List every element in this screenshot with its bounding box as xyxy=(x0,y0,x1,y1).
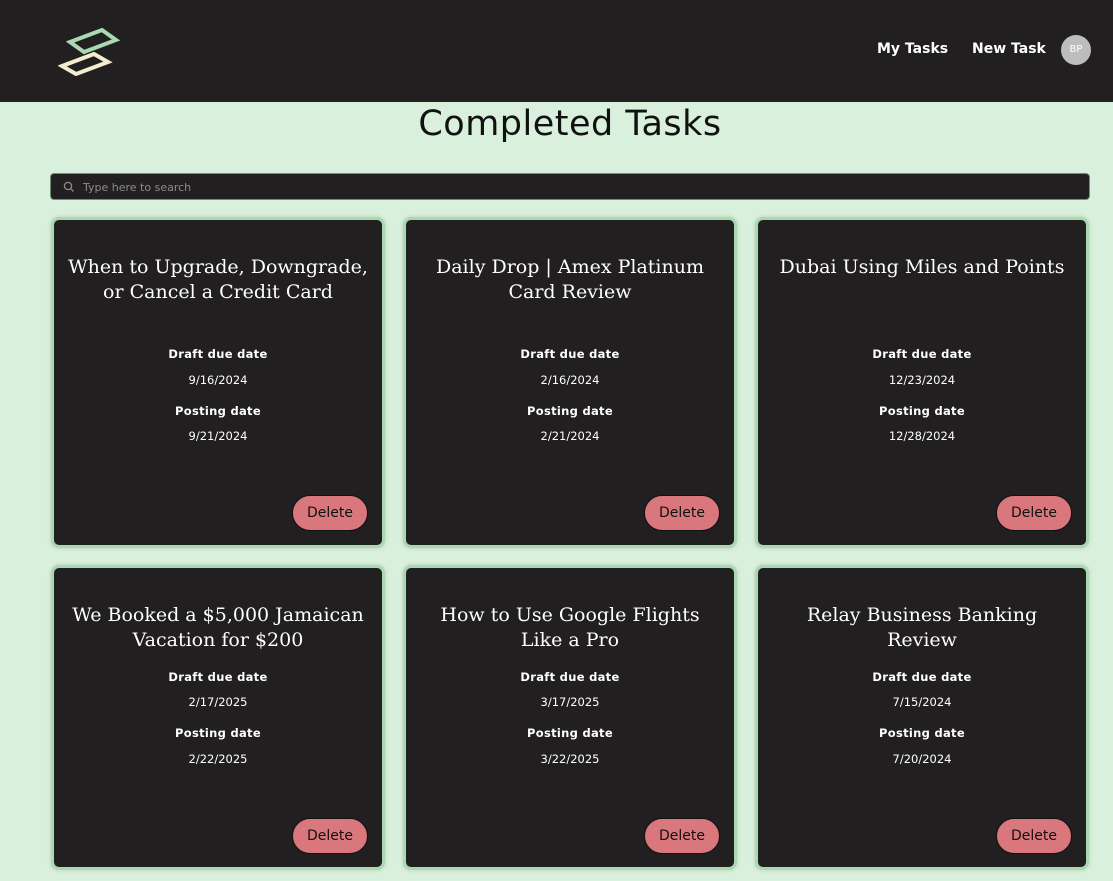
draft-due-label: Draft due date xyxy=(168,347,268,361)
posting-date-label: Posting date xyxy=(175,726,261,740)
delete-button[interactable]: Delete xyxy=(292,818,368,854)
draft-due-label: Draft due date xyxy=(168,670,268,684)
search-input[interactable] xyxy=(81,174,1085,201)
page-title: Completed Tasks xyxy=(418,104,722,144)
logo-icon[interactable] xyxy=(58,26,122,76)
task-title: Relay Business Banking Review xyxy=(806,604,1038,651)
draft-due-value: 7/15/2024 xyxy=(892,695,952,709)
task-card: Daily Drop | Amex Platinum Card Review D… xyxy=(403,217,737,548)
task-card: When to Upgrade, Downgrade, or Cancel a … xyxy=(51,217,385,548)
draft-due-label: Draft due date xyxy=(520,670,620,684)
draft-due-value: 12/23/2024 xyxy=(888,373,956,387)
delete-button[interactable]: Delete xyxy=(996,495,1072,531)
delete-button[interactable]: Delete xyxy=(292,495,368,531)
delete-button[interactable]: Delete xyxy=(644,818,720,854)
draft-due-label: Draft due date xyxy=(872,347,972,361)
posting-date-value: 2/22/2025 xyxy=(188,752,248,766)
posting-date-label: Posting date xyxy=(175,404,261,418)
task-card: Relay Business Banking Review Draft due … xyxy=(755,565,1089,870)
draft-due-value: 9/16/2024 xyxy=(188,373,248,387)
draft-due-value: 2/16/2024 xyxy=(540,373,600,387)
delete-button[interactable]: Delete xyxy=(644,495,720,531)
task-title: When to Upgrade, Downgrade, or Cancel a … xyxy=(68,256,368,303)
navbar: My Tasks New Task BP xyxy=(0,0,1113,102)
task-card: Dubai Using Miles and Points Draft due d… xyxy=(755,217,1089,548)
task-title: Daily Drop | Amex Platinum Card Review xyxy=(435,256,704,303)
posting-date-value: 2/21/2024 xyxy=(540,429,600,443)
task-card: We Booked a $5,000 Jamaican Vacation for… xyxy=(51,565,385,870)
delete-button[interactable]: Delete xyxy=(996,818,1072,854)
posting-date-value: 3/22/2025 xyxy=(540,752,600,766)
posting-date-value: 12/28/2024 xyxy=(888,429,956,443)
posting-date-label: Posting date xyxy=(527,726,613,740)
task-title: We Booked a $5,000 Jamaican Vacation for… xyxy=(72,604,364,651)
nav-new-task-link[interactable]: New Task xyxy=(972,41,1046,57)
posting-date-label: Posting date xyxy=(879,726,965,740)
task-title: Dubai Using Miles and Points xyxy=(779,256,1065,278)
task-card: How to Use Google Flights Like a Pro Dra… xyxy=(403,565,737,870)
nav-my-tasks-link[interactable]: My Tasks xyxy=(877,41,948,57)
draft-due-value: 2/17/2025 xyxy=(188,695,248,709)
draft-due-label: Draft due date xyxy=(520,347,620,361)
posting-date-value: 7/20/2024 xyxy=(892,752,952,766)
search-bar xyxy=(50,173,1090,201)
posting-date-value: 9/21/2024 xyxy=(188,429,248,443)
posting-date-label: Posting date xyxy=(879,404,965,418)
draft-due-label: Draft due date xyxy=(872,670,972,684)
avatar[interactable]: BP xyxy=(1061,35,1091,65)
posting-date-label: Posting date xyxy=(527,404,613,418)
draft-due-value: 3/17/2025 xyxy=(540,695,600,709)
search-icon xyxy=(63,181,74,192)
task-title: How to Use Google Flights Like a Pro xyxy=(440,604,700,651)
